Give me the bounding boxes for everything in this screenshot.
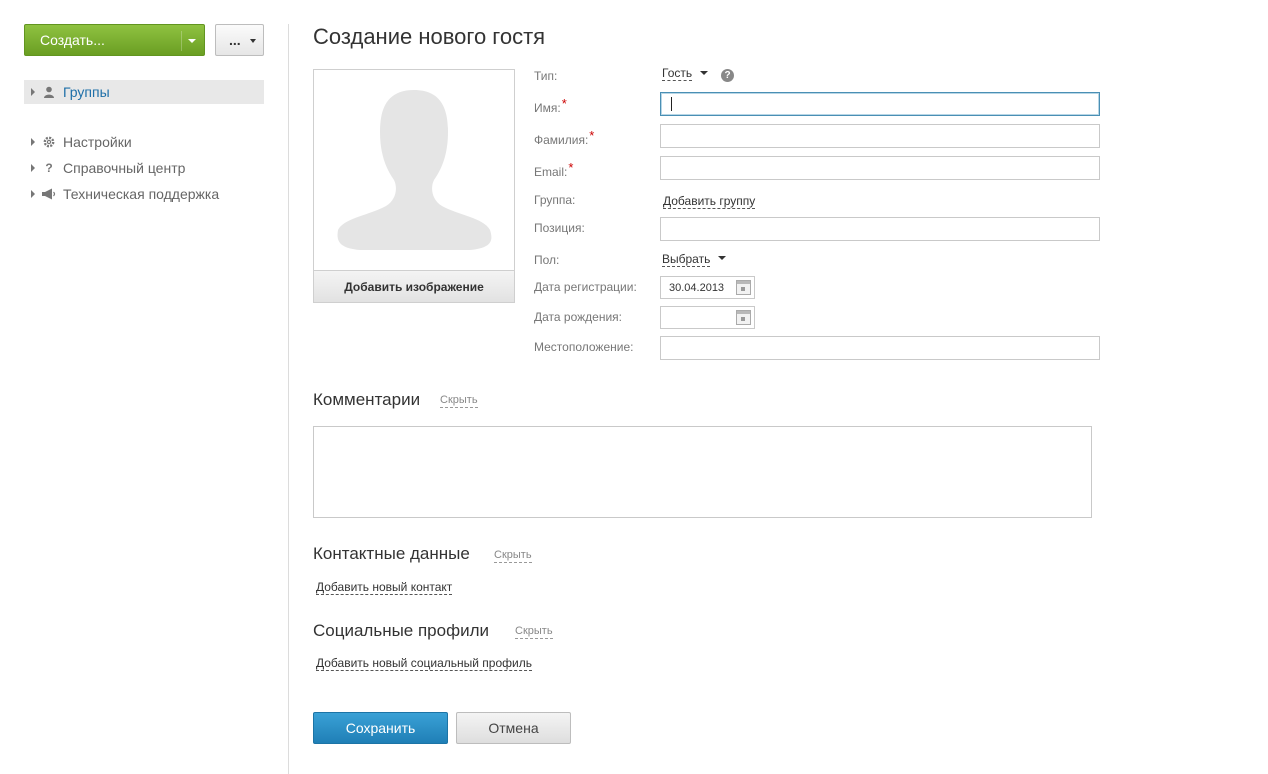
sidebar-item-label: Группы xyxy=(63,84,110,100)
expand-arrow-icon[interactable] xyxy=(31,138,35,146)
social-hide-link[interactable]: Скрыть xyxy=(515,625,553,639)
save-button[interactable]: Сохранить xyxy=(313,712,448,744)
type-label: Тип: xyxy=(534,69,558,83)
last-name-field[interactable] xyxy=(660,124,1100,148)
gear-icon xyxy=(42,135,56,149)
sidebar: Создать... ... Группы Настройки ? Справо… xyxy=(0,0,288,774)
last-name-label-text: Фамилия: xyxy=(534,133,589,147)
expand-arrow-icon[interactable] xyxy=(31,88,35,96)
email-field[interactable] xyxy=(660,156,1100,180)
sidebar-item-label: Техническая поддержка xyxy=(63,186,220,202)
gender-label: Пол: xyxy=(534,253,560,267)
expand-arrow-icon[interactable] xyxy=(31,164,35,172)
cancel-button[interactable]: Отмена xyxy=(456,712,571,744)
type-dropdown[interactable]: Гость xyxy=(662,66,693,81)
last-name-label: Фамилия:* xyxy=(534,128,594,147)
sidebar-divider xyxy=(288,24,289,774)
contacts-hide-link[interactable]: Скрыть xyxy=(494,549,532,563)
more-button[interactable]: ... xyxy=(215,24,264,56)
first-name-label-text: Имя: xyxy=(534,101,561,115)
gender-dropdown[interactable]: Выбрать xyxy=(662,252,711,267)
create-button[interactable]: Создать... xyxy=(24,24,205,56)
birth-date-field[interactable] xyxy=(660,306,755,329)
page-title: Создание нового гостя xyxy=(313,24,546,49)
required-mark: * xyxy=(561,96,567,111)
sidebar-item-help-center[interactable]: ? Справочный центр xyxy=(24,156,264,180)
create-button-separator xyxy=(181,31,182,51)
comments-textarea[interactable] xyxy=(313,426,1092,518)
location-label: Местоположение: xyxy=(534,340,634,354)
first-name-label: Имя:* xyxy=(534,96,567,115)
registration-date-label: Дата регистрации: xyxy=(534,280,637,294)
add-image-button[interactable]: Добавить изображение xyxy=(314,270,514,302)
chevron-down-icon xyxy=(250,39,256,43)
megaphone-icon xyxy=(42,187,56,201)
sidebar-item-label: Справочный центр xyxy=(63,160,186,176)
chevron-down-icon[interactable] xyxy=(718,256,726,260)
email-label-text: Email: xyxy=(534,165,568,179)
position-field[interactable] xyxy=(660,217,1100,241)
contacts-title: Контактные данные xyxy=(313,544,470,563)
help-icon[interactable]: ? xyxy=(721,69,734,82)
photo-panel: Добавить изображение xyxy=(313,69,515,303)
add-social-profile-link[interactable]: Добавить новый социальный профиль xyxy=(316,656,532,671)
birth-date-label: Дата рождения: xyxy=(534,310,622,324)
registration-date-field[interactable]: 30.04.2013 xyxy=(660,276,755,299)
calendar-icon[interactable] xyxy=(736,280,751,295)
sidebar-item-settings[interactable]: Настройки xyxy=(24,130,264,154)
sidebar-item-label: Настройки xyxy=(63,134,132,150)
add-contact-link[interactable]: Добавить новый контакт xyxy=(316,580,453,595)
calendar-icon[interactable] xyxy=(736,310,751,325)
avatar-placeholder-icon xyxy=(337,90,492,250)
position-label: Позиция: xyxy=(534,221,585,235)
social-profiles-title: Социальные профили xyxy=(313,621,489,640)
user-icon xyxy=(42,85,56,99)
text-cursor xyxy=(671,97,672,111)
add-group-link[interactable]: Добавить группу xyxy=(663,194,756,209)
create-button-label: Создать... xyxy=(40,32,105,48)
required-mark: * xyxy=(589,128,595,143)
question-icon: ? xyxy=(45,161,53,175)
first-name-field[interactable] xyxy=(660,92,1100,116)
location-field[interactable] xyxy=(660,336,1100,360)
comments-hide-link[interactable]: Скрыть xyxy=(440,394,478,408)
sidebar-item-groups[interactable]: Группы xyxy=(24,80,264,104)
registration-date-value: 30.04.2013 xyxy=(669,281,725,294)
group-label: Группа: xyxy=(534,193,576,207)
chevron-down-icon[interactable] xyxy=(188,39,196,43)
chevron-down-icon[interactable] xyxy=(700,71,708,75)
sidebar-item-tech-support[interactable]: Техническая поддержка xyxy=(24,182,264,206)
comments-title: Комментарии xyxy=(313,390,421,409)
email-label: Email:* xyxy=(534,160,573,179)
required-mark: * xyxy=(568,160,574,175)
expand-arrow-icon[interactable] xyxy=(31,190,35,198)
more-button-label: ... xyxy=(229,32,241,48)
